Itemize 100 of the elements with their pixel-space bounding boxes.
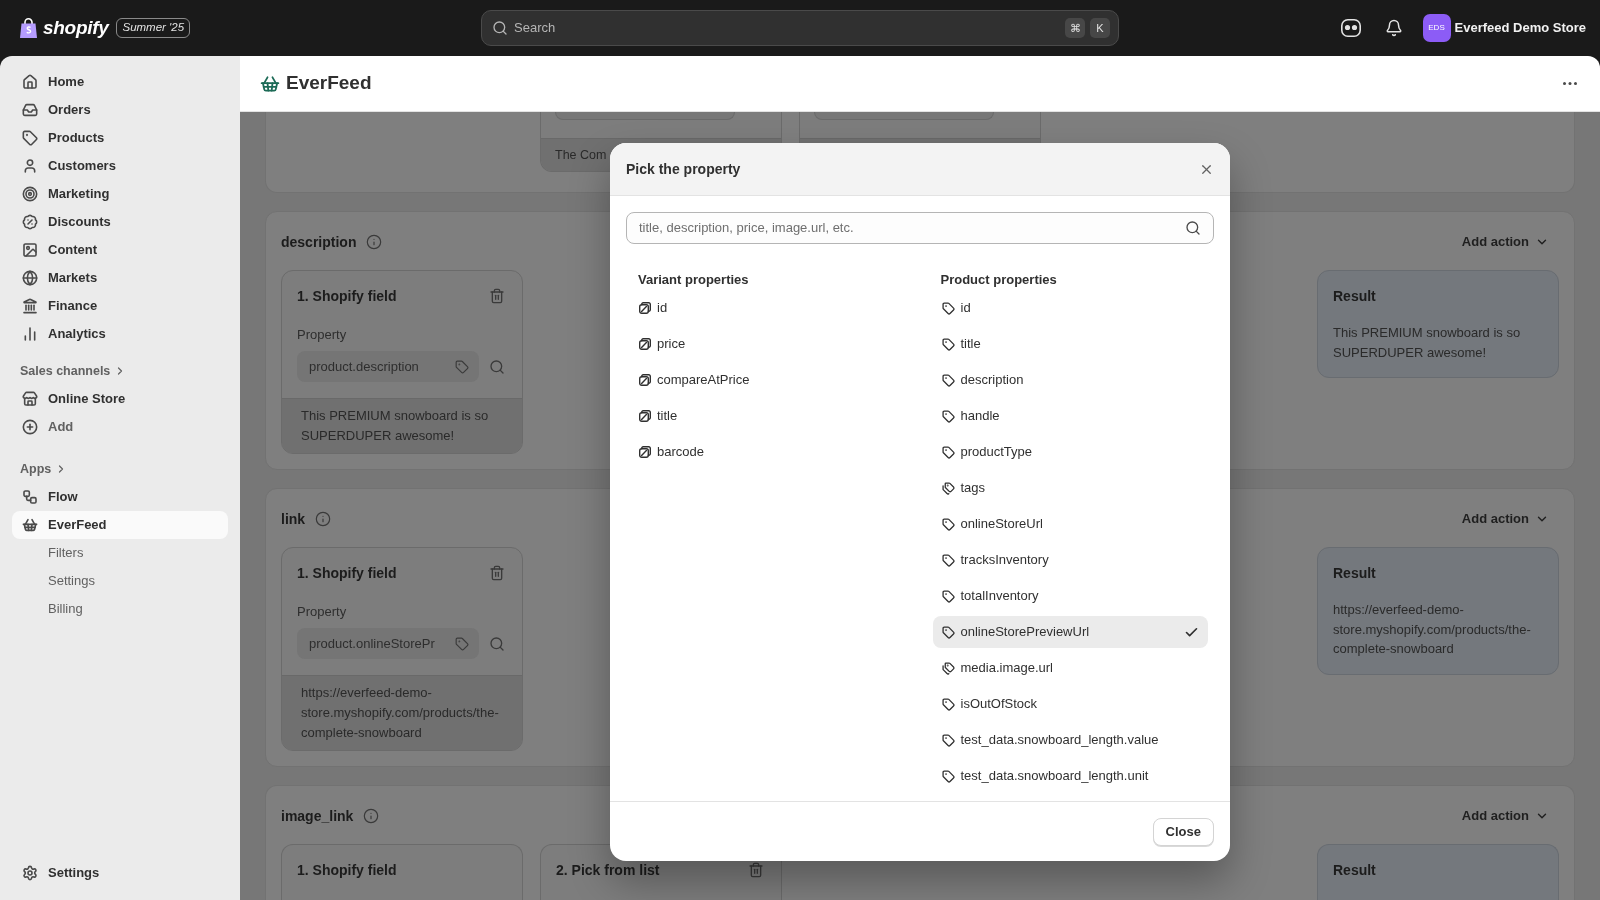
property-option[interactable]: handle	[932, 400, 1208, 432]
percent-badge-icon	[22, 214, 38, 230]
search-icon	[1185, 220, 1201, 236]
nav-item[interactable]: Orders	[12, 96, 228, 124]
property-option[interactable]: test_data.snowboard_length.value	[932, 724, 1208, 756]
nav-item[interactable]: Home	[12, 68, 228, 96]
nav-item[interactable]: Add	[12, 413, 228, 441]
tag-icon	[941, 373, 955, 387]
property-option[interactable]: id	[932, 292, 1208, 324]
close-button[interactable]: Close	[1152, 817, 1214, 846]
shopping-bag-icon	[20, 18, 37, 38]
property-field[interactable]	[814, 112, 994, 120]
nav-item[interactable]: Flow	[12, 483, 228, 511]
app-title: EverFeed	[286, 71, 372, 96]
property-option[interactable]: test_data.snowboard_length.unit	[932, 760, 1208, 792]
nav-item[interactable]: Products	[12, 124, 228, 152]
info-icon	[363, 808, 380, 824]
property-label: Property	[297, 327, 348, 343]
target-icon	[22, 186, 38, 202]
property-option[interactable]: onlineStoreUrl	[932, 508, 1208, 540]
nav-item[interactable]: Online Store	[12, 385, 228, 413]
property-label: Property	[297, 604, 348, 620]
trash-icon	[489, 288, 505, 304]
logo-wordmark[interactable]: shopify	[43, 13, 109, 43]
add-action-button[interactable]: Add action	[1451, 802, 1559, 830]
nav-item[interactable]: EverFeed	[12, 511, 228, 539]
property-option[interactable]: description	[932, 364, 1208, 396]
plus-circle-icon	[22, 419, 38, 435]
column-heading: Variant properties	[637, 271, 750, 290]
trash-icon	[489, 565, 505, 581]
workflow-icon	[22, 489, 38, 505]
tag-icon	[22, 130, 38, 146]
tag-icon	[941, 589, 955, 603]
tag-icon	[941, 337, 955, 351]
property-option[interactable]: compareAtPrice	[630, 364, 906, 396]
search-icon	[489, 358, 505, 375]
property-option[interactable]: totalInventory	[932, 580, 1208, 612]
tag-icon	[941, 553, 955, 567]
trash-icon	[748, 862, 764, 878]
bank-icon	[22, 298, 38, 314]
inbox-icon	[22, 102, 38, 118]
nav-item[interactable]: Customers	[12, 152, 228, 180]
nav-item[interactable]: Billing	[12, 595, 228, 623]
step-title: 2. Pick from list	[556, 860, 660, 880]
search-icon	[492, 20, 508, 36]
result-text: This PREMIUM snowboard is so SUPERDUPER awesome!	[1333, 324, 1522, 362]
image-icon	[22, 242, 38, 258]
column-heading: Product properties	[939, 271, 1058, 290]
property-option[interactable]: tags	[932, 472, 1208, 504]
tag-icon	[941, 625, 955, 639]
result-title: Result	[1333, 861, 1377, 880]
nav-item[interactable]: Filters	[12, 539, 228, 567]
storefront-icon	[22, 391, 38, 407]
property-option[interactable]: media.image.url	[932, 652, 1208, 684]
nav-item[interactable]: Finance	[12, 292, 228, 320]
tag-icon	[455, 636, 469, 651]
property-option[interactable]: onlineStorePreviewUrl	[932, 616, 1208, 648]
search-field[interactable]: Search ⌘ K	[481, 10, 1119, 46]
dialog-title: Pick the property	[626, 159, 741, 179]
nav-item[interactable]: Marketing	[12, 180, 228, 208]
stacked-squares-icon	[639, 374, 651, 386]
tag-icon	[941, 445, 955, 459]
store-avatar[interactable]: EDS	[1422, 14, 1451, 42]
nav-item[interactable]: Settings	[12, 859, 228, 887]
field-name: description	[281, 232, 357, 252]
stacked-squares-icon	[639, 302, 651, 314]
person-icon	[22, 158, 38, 174]
section-heading[interactable]: Apps	[12, 457, 76, 481]
section-heading[interactable]: Sales channels	[12, 359, 135, 383]
property-option[interactable]: barcode	[630, 436, 906, 468]
store-name[interactable]: Everfeed Demo Store	[1454, 18, 1586, 38]
result-title: Result	[1333, 287, 1377, 306]
result-text: https://everfeed-demo-store.myshopify.com/products/the-complete-snowboard	[1333, 601, 1532, 658]
nav-item[interactable]: Markets	[12, 264, 228, 292]
nav-item[interactable]: Content	[12, 236, 228, 264]
preview-text: https://everfeed-demo-store.myshopify.com/products/the-complete-snowboard	[301, 684, 500, 742]
property-option[interactable]: isOutOfStock	[932, 688, 1208, 720]
property-option[interactable]: price	[630, 328, 906, 360]
field-name: image_link	[281, 806, 354, 826]
property-option[interactable]: tracksInventory	[932, 544, 1208, 576]
nav-item[interactable]: Settings	[12, 567, 228, 595]
add-action-button[interactable]: Add action	[1451, 505, 1559, 533]
add-action-button[interactable]: Add action	[1451, 228, 1559, 256]
property-option[interactable]: productType	[932, 436, 1208, 468]
search-field[interactable]: title, description, price, image.url, etc.	[626, 212, 1214, 244]
tag-icon	[941, 409, 955, 423]
stacked-squares-icon	[639, 410, 651, 422]
property-option[interactable]: title	[932, 328, 1208, 360]
globe-icon	[22, 270, 38, 286]
basket-icon	[260, 73, 280, 94]
nav-item[interactable]: Discounts	[12, 208, 228, 236]
tag-icon	[941, 517, 955, 531]
bell-icon[interactable]	[1384, 19, 1403, 37]
property-option[interactable]: id	[630, 292, 906, 324]
ellipsis-icon	[1563, 82, 1577, 85]
bot-icon[interactable]	[1340, 19, 1361, 37]
property-field[interactable]	[555, 112, 735, 120]
nav-item[interactable]: Analytics	[12, 320, 228, 348]
stacked-squares-icon	[639, 446, 651, 458]
property-option[interactable]: title	[630, 400, 906, 432]
